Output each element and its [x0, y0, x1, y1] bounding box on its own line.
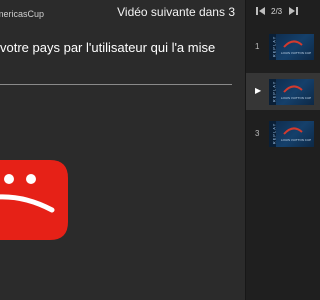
- now-playing-icon: ▶: [255, 86, 262, 95]
- skip-next-icon[interactable]: [288, 6, 298, 19]
- thumb-caption: LOUIS VUITTON CUP: [281, 138, 312, 142]
- thumb-strip-text: REPLAY: [271, 80, 277, 103]
- playlist-item-1[interactable]: 1 REPLAY LOUIS VUITTON CUP: [246, 28, 320, 65]
- thumb-strip-text: REPLAY: [271, 35, 277, 58]
- video-thumbnail[interactable]: REPLAY LOUIS VUITTON CUP: [269, 34, 314, 60]
- thumb-caption: LOUIS VUITTON CUP: [281, 96, 312, 100]
- item-index: 3: [255, 129, 260, 138]
- video-thumbnail[interactable]: REPLAY LOUIS VUITTON CUP: [269, 79, 314, 105]
- thumb-caption: LOUIS VUITTON CUP: [281, 51, 312, 55]
- video-thumbnail[interactable]: REPLAY LOUIS VUITTON CUP: [269, 121, 314, 147]
- item-index: 1: [255, 42, 260, 51]
- playlist-header: 2/3: [246, 0, 320, 22]
- playlist-item-3[interactable]: 3 REPLAY LOUIS VUITTON CUP: [246, 115, 320, 152]
- playlist-item-2[interactable]: ▶ REPLAY LOUIS VUITTON CUP: [246, 73, 320, 110]
- playlist-sidebar: 2/3 1 REPLAY LOUIS VUITTON CUP ▶ REPLAY …: [245, 0, 320, 300]
- sad-video-error-icon: [0, 160, 68, 240]
- video-player[interactable]: de AmericasCup Vidéo suivante dans 3 vot…: [0, 0, 245, 300]
- skip-previous-icon[interactable]: [256, 6, 266, 19]
- playlist-position: 2/3: [271, 7, 283, 16]
- thumb-strip-text: REPLAY: [271, 122, 277, 145]
